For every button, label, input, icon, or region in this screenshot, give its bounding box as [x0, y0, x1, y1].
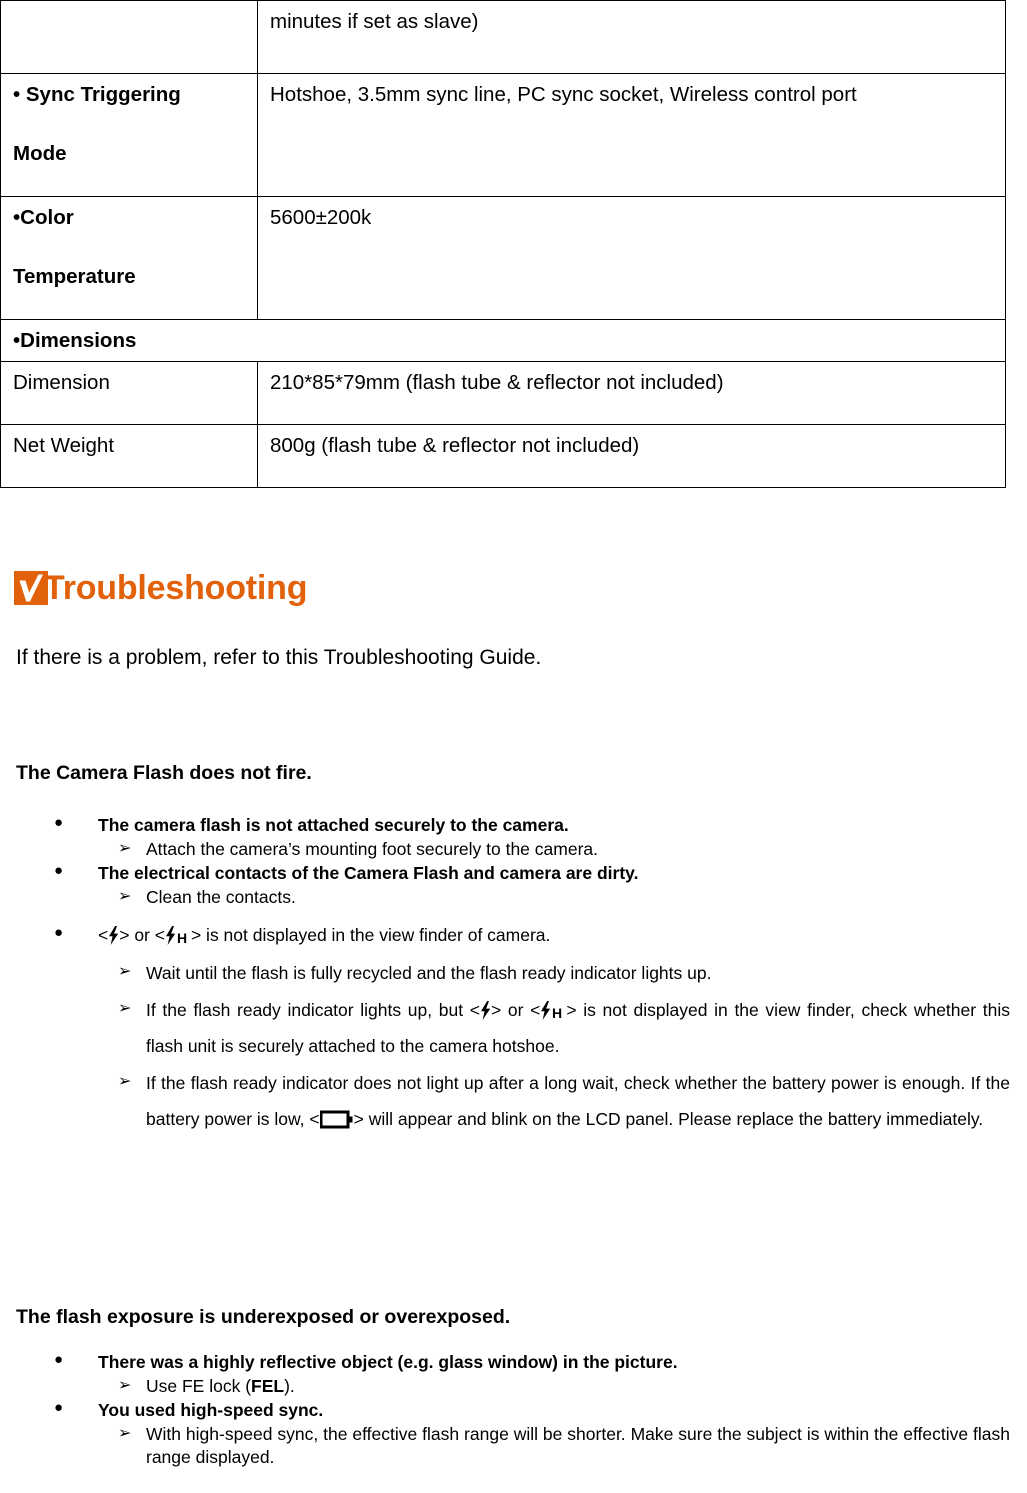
spec-value-text: 800g (flash tube & reflector not include… [270, 434, 640, 457]
list-item-text: The electrical contacts of the Camera Fl… [98, 862, 639, 883]
list-item: There was a highly reflective object (e.… [0, 1350, 1027, 1374]
list-item-text: You used high-speed sync. [98, 1399, 324, 1420]
list-item-text: The camera flash is not attached securel… [98, 815, 569, 835]
list-item-text: Clean the contacts. [146, 886, 296, 907]
specifications-table: minutes if set as slave) • Sync Triggeri… [0, 0, 1006, 488]
list-item: The electrical contacts of the Camera Fl… [0, 861, 1027, 885]
problem-heading-camera-flash-does-not-fire: The Camera Flash does not fire. [16, 762, 312, 784]
flash-bolt-highspeed-icon: H [165, 925, 191, 945]
spec-label-text: Net Weight [13, 434, 115, 457]
list-item: If the flash ready indicator does not li… [0, 1066, 1027, 1138]
spec-section-header-cell: •Dimensions [0, 319, 1006, 362]
page-title: Troubleshooting [44, 569, 308, 607]
list-item: < > or < H> is not displayed in the view f… [0, 920, 1027, 951]
spec-value-text: 210*85*79mm (flash tube & reflector not … [270, 371, 724, 394]
list-item-text-post: ). [284, 1375, 295, 1396]
problem-heading-flash-exposure: The flash exposure is underexposed or ov… [16, 1306, 511, 1328]
list-item-text-post: > is not displayed in the view finder of… [190, 924, 551, 945]
list-item: If the flash ready indicator lights up, … [0, 993, 1027, 1065]
flash-bolt-highspeed-icon: H [540, 1001, 566, 1021]
list-item: With high-speed sync, the effective flas… [0, 1423, 1027, 1469]
list-item-text: Wait until the flash is fully recycled a… [146, 963, 712, 984]
svg-text:H: H [552, 1005, 562, 1020]
spec-value-text: 5600±200k [270, 206, 372, 229]
spec-label-text: Dimension [13, 371, 110, 394]
spec-value-cell: 800g (flash tube & reflector not include… [257, 424, 1006, 488]
troubleshooting-intro: If there is a problem, refer to this Tro… [16, 646, 542, 669]
table-row: Dimension 210*85*79mm (flash tube & refl… [0, 361, 1006, 425]
list-item-text-mid: > or < [491, 1000, 541, 1021]
list-item-text-pre: If the flash ready indicator lights up, … [146, 1000, 481, 1021]
list-item: The camera flash is not attached securel… [0, 813, 1027, 837]
list-item-text: With high-speed sync, the effective flas… [146, 1423, 1010, 1467]
orange-checkmark-icon [14, 571, 48, 605]
list-item-text-mid: > or < [119, 924, 165, 945]
spec-label-cell [0, 0, 258, 74]
spec-label-text: • Sync Triggering [13, 83, 181, 106]
spec-label-text-line2: Mode [13, 142, 67, 165]
table-row: Net Weight 800g (flash tube & reflector … [0, 424, 1006, 488]
spec-label-text: •Color [13, 206, 74, 229]
list-item-text: There was a highly reflective object (e.… [98, 1352, 678, 1372]
list-item: Wait until the flash is fully recycled a… [0, 956, 1027, 992]
spec-value-text: minutes if set as slave) [270, 10, 479, 33]
list-item-text-pre: < [98, 924, 109, 945]
list-item: Use FE lock (FEL). [0, 1375, 1027, 1398]
spec-label-cell: Dimension [0, 361, 258, 425]
spec-value-cell: 5600±200k [257, 196, 1006, 320]
list-item: Attach the camera’s mounting foot secure… [0, 838, 1027, 861]
list-item-text-pre: Use FE lock ( [146, 1375, 252, 1396]
troubleshooting-list-a: The camera flash is not attached securel… [0, 813, 1027, 1139]
spec-label-cell: Net Weight [0, 424, 258, 488]
spec-value-cell: minutes if set as slave) [257, 0, 1006, 74]
flash-bolt-icon [480, 1001, 491, 1021]
svg-text:H: H [177, 930, 187, 945]
spec-value-text: Hotshoe, 3.5mm sync line, PC sync socket… [270, 83, 857, 106]
list-item: You used high-speed sync. [0, 1398, 1027, 1422]
list-item-text-post: > will appear and blink on the LCD panel… [353, 1108, 984, 1129]
spec-value-cell: 210*85*79mm (flash tube & reflector not … [257, 361, 1006, 425]
table-row: • Sync Triggering Mode Hotshoe, 3.5mm sy… [0, 73, 1006, 197]
flash-icon-phrase: < > or < H [98, 925, 191, 945]
spec-section-header-text: •Dimensions [13, 329, 137, 352]
spec-label-cell: •Color Temperature [0, 196, 258, 320]
battery-empty-icon [319, 1109, 354, 1130]
troubleshooting-heading: Troubleshooting [14, 564, 308, 612]
troubleshooting-list-b: There was a highly reflective object (e.… [0, 1350, 1027, 1470]
table-row: minutes if set as slave) [0, 0, 1006, 74]
list-item-emphasis: FEL [251, 1375, 285, 1396]
list-item: Clean the contacts. [0, 886, 1027, 909]
spec-value-cell: Hotshoe, 3.5mm sync line, PC sync socket… [257, 73, 1006, 197]
spec-label-cell: • Sync Triggering Mode [0, 73, 258, 197]
spec-label-text-line2: Temperature [13, 265, 136, 288]
table-row: •Color Temperature 5600±200k [0, 196, 1006, 320]
table-row: •Dimensions [0, 319, 1006, 362]
list-item-text: Attach the camera’s mounting foot secure… [146, 838, 598, 859]
flash-bolt-icon [108, 925, 119, 945]
